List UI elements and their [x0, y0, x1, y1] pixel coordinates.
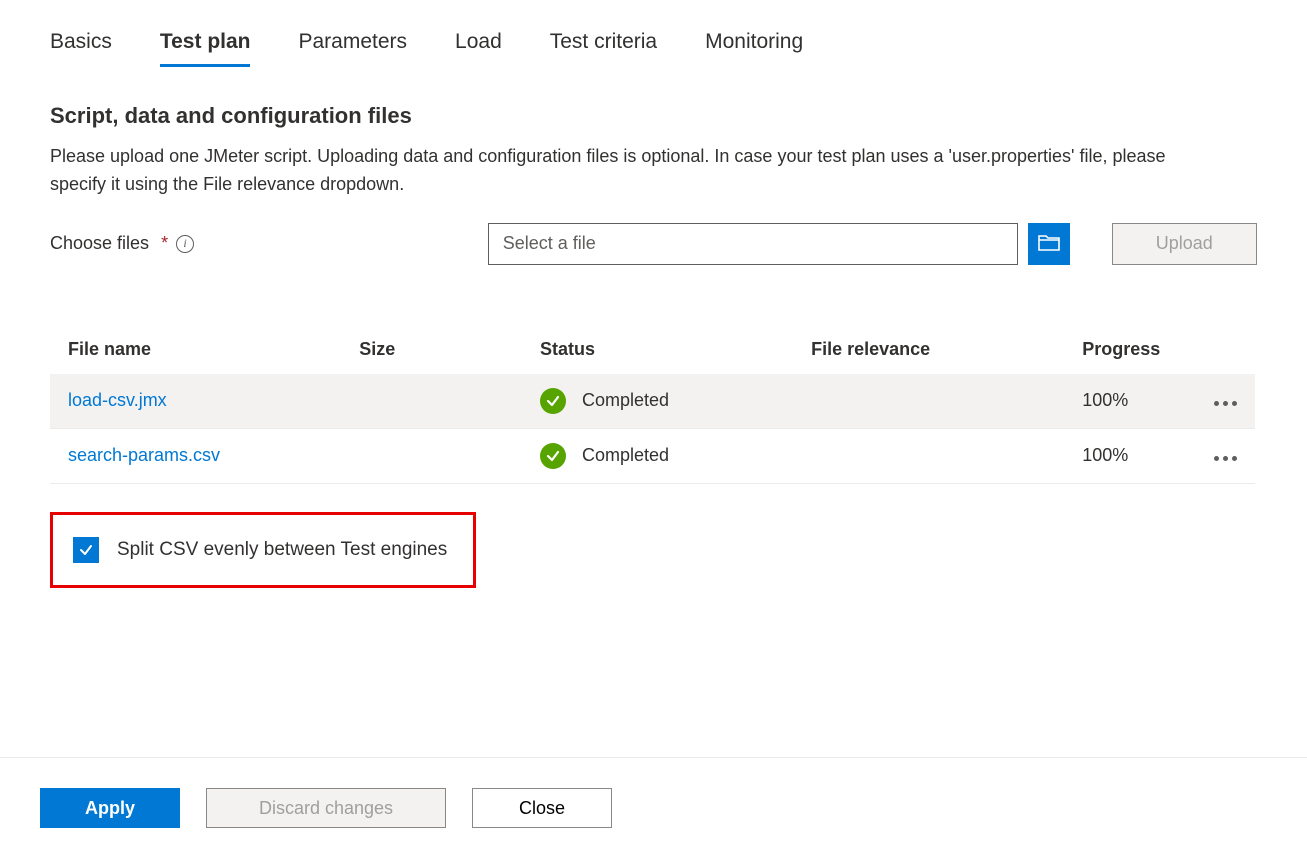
th-relevance: File relevance — [793, 325, 1064, 374]
browse-button[interactable] — [1028, 223, 1069, 265]
tab-basics[interactable]: Basics — [50, 30, 112, 67]
file-select-input[interactable] — [488, 223, 1018, 265]
file-link[interactable]: load-csv.jmx — [68, 390, 167, 410]
cell-status: Completed — [540, 388, 775, 414]
tab-load[interactable]: Load — [455, 30, 502, 67]
info-icon[interactable]: i — [176, 235, 194, 253]
tab-monitoring[interactable]: Monitoring — [705, 30, 803, 67]
th-actions — [1195, 325, 1255, 374]
tab-parameters[interactable]: Parameters — [298, 30, 407, 67]
table-row: search-params.csv Completed 100% — [50, 428, 1255, 483]
cell-size — [341, 374, 522, 429]
th-status: Status — [522, 325, 793, 374]
cell-status: Completed — [540, 443, 775, 469]
cell-relevance — [793, 428, 1064, 483]
split-csv-label: Split CSV evenly between Test engines — [117, 539, 453, 561]
discard-changes-button[interactable]: Discard changes — [206, 788, 446, 828]
file-table-header: File name Size Status File relevance Pro… — [50, 325, 1255, 374]
cell-relevance — [793, 374, 1064, 429]
close-button[interactable]: Close — [472, 788, 612, 828]
required-indicator: * — [161, 233, 168, 254]
choose-files-row: Choose files * i Upload — [50, 223, 1257, 265]
success-icon — [540, 388, 566, 414]
th-file-name: File name — [50, 325, 341, 374]
file-table: File name Size Status File relevance Pro… — [50, 325, 1255, 484]
success-icon — [540, 443, 566, 469]
apply-button[interactable]: Apply — [40, 788, 180, 828]
table-row: load-csv.jmx Completed 100% — [50, 374, 1255, 429]
cell-size — [341, 428, 522, 483]
status-text: Completed — [582, 390, 669, 411]
th-size: Size — [341, 325, 522, 374]
file-link[interactable]: search-params.csv — [68, 445, 220, 465]
split-csv-checkbox-row[interactable]: Split CSV evenly between Test engines — [50, 512, 476, 588]
tab-test-criteria[interactable]: Test criteria — [550, 30, 657, 67]
folder-icon — [1038, 233, 1060, 254]
cell-progress: 100% — [1064, 374, 1195, 429]
th-progress: Progress — [1064, 325, 1195, 374]
footer-bar: Apply Discard changes Close — [0, 757, 1307, 828]
section-title: Script, data and configuration files — [50, 103, 1257, 129]
more-icon[interactable] — [1214, 401, 1237, 406]
choose-files-label-wrap: Choose files * i — [50, 233, 478, 254]
checkbox-icon — [73, 537, 99, 563]
tab-bar: Basics Test plan Parameters Load Test cr… — [50, 30, 1257, 67]
section-description: Please upload one JMeter script. Uploadi… — [50, 143, 1210, 199]
upload-button[interactable]: Upload — [1112, 223, 1257, 265]
page-root: Basics Test plan Parameters Load Test cr… — [0, 0, 1307, 864]
more-icon[interactable] — [1214, 456, 1237, 461]
status-text: Completed — [582, 445, 669, 466]
cell-progress: 100% — [1064, 428, 1195, 483]
tab-test-plan[interactable]: Test plan — [160, 30, 251, 67]
choose-files-label: Choose files — [50, 233, 149, 254]
